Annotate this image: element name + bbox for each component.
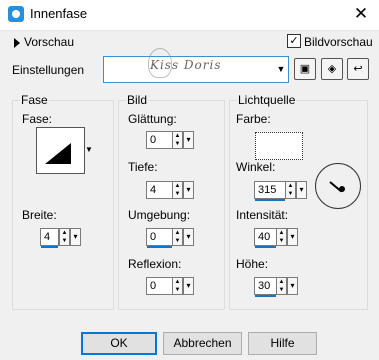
reflexion-label: Reflexion: [128, 257, 182, 271]
intensitaet-dropdown-icon[interactable]: ▾ [287, 228, 298, 246]
chevron-down-icon[interactable]: ▼ [274, 56, 289, 83]
image-preview-label: Bildvorschau [304, 35, 373, 49]
glaettung-label: Glättung: [128, 112, 177, 126]
breite-label: Breite: [22, 208, 57, 222]
reflexion-dropdown-icon[interactable]: ▾ [183, 277, 194, 295]
hoehe-dropdown-icon[interactable]: ▾ [287, 277, 298, 295]
chevron-down-icon[interactable]: ▼ [83, 127, 95, 172]
reflexion-spinner[interactable]: ▲ ▼ [172, 277, 183, 295]
settings-label: Einstellungen [12, 63, 85, 77]
hoehe-input[interactable]: 30 [254, 277, 277, 297]
breite-input[interactable]: 4 [40, 228, 59, 248]
bevel-shape-icon [45, 143, 71, 164]
lichtquelle-group-title: Lichtquelle [237, 93, 297, 107]
winkel-spinner[interactable]: ▲ ▼ [285, 181, 296, 199]
preview-toggle-label[interactable]: Vorschau [24, 35, 74, 49]
farbe-label: Farbe: [236, 112, 271, 126]
save-preset-icon[interactable]: ▣ [294, 58, 316, 80]
bild-group-title: Bild [126, 93, 149, 107]
intensitaet-input[interactable]: 40 [254, 228, 277, 248]
watermark-text: Kiss Doris [150, 58, 222, 72]
hoehe-label: Höhe: [236, 257, 269, 271]
umgebung-input[interactable]: 0 [146, 228, 173, 248]
glaettung-spinner[interactable]: ▲ ▼ [172, 131, 183, 149]
breite-dropdown-icon[interactable]: ▾ [70, 228, 81, 246]
umgebung-label: Umgebung: [128, 208, 191, 222]
glaettung-dropdown-icon[interactable]: ▾ [183, 131, 194, 149]
light-color-swatch[interactable] [255, 132, 303, 160]
glaettung-input[interactable]: 0 [146, 131, 173, 149]
winkel-input[interactable]: 315 [254, 181, 286, 201]
umgebung-spinner[interactable]: ▲ ▼ [172, 228, 183, 246]
winkel-label: Winkel: [236, 160, 276, 174]
umgebung-dropdown-icon[interactable]: ▾ [183, 228, 194, 246]
reset-cube-icon[interactable]: ◈ [321, 58, 343, 80]
ok-button[interactable]: OK [81, 332, 157, 355]
undo-arrow-icon[interactable]: ↩ [347, 58, 369, 80]
app-icon [8, 6, 24, 22]
tiefe-label: Tiefe: [128, 160, 158, 174]
window-title: Innenfase [30, 6, 88, 21]
hoehe-spinner[interactable]: ▲ ▼ [276, 277, 287, 295]
help-button[interactable]: Hilfe [248, 332, 317, 355]
angle-dial[interactable] [315, 163, 361, 209]
tiefe-input[interactable]: 4 [146, 181, 173, 199]
reflexion-input[interactable]: 0 [146, 277, 173, 295]
fase-group-title: Fase [20, 93, 49, 107]
image-preview-checkbox[interactable]: ✓ [287, 34, 301, 48]
angle-knob-icon [339, 186, 345, 192]
fase-label: Fase: [22, 112, 53, 126]
intensitaet-spinner[interactable]: ▲ ▼ [276, 228, 287, 246]
winkel-dropdown-icon[interactable]: ▾ [296, 181, 307, 199]
breite-spinner[interactable]: ▲ ▼ [59, 228, 70, 246]
tiefe-spinner[interactable]: ▲ ▼ [172, 181, 183, 199]
tiefe-dropdown-icon[interactable]: ▾ [183, 181, 194, 199]
close-icon[interactable]: ✕ [350, 4, 372, 24]
intensitaet-label: Intensität: [236, 208, 289, 222]
expand-arrow-icon[interactable] [14, 38, 20, 48]
cancel-button[interactable]: Abbrechen [163, 332, 242, 355]
